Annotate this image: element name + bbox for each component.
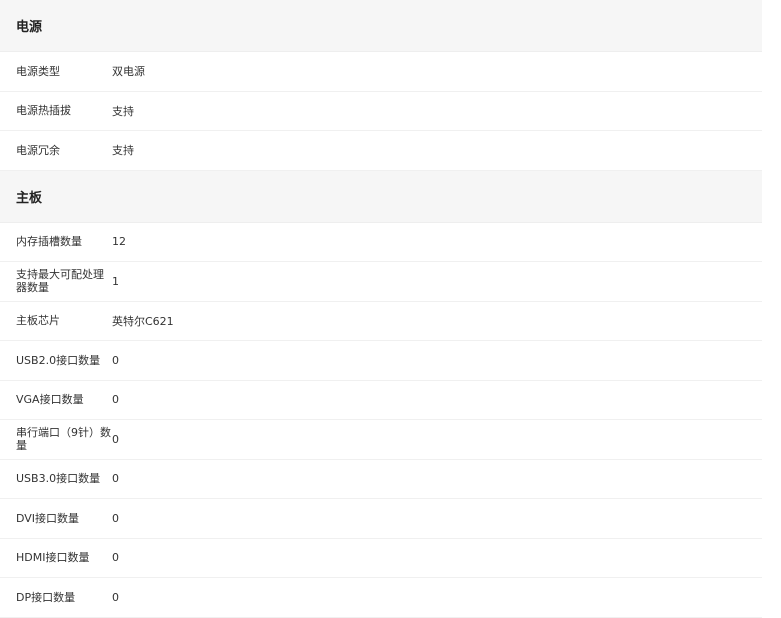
spec-row: 支持最大可配处理器数量 1 <box>0 262 762 302</box>
spec-label: USB2.0接口数量 <box>16 353 101 367</box>
section-title: 主板 <box>16 190 43 206</box>
spec-label: VGA接口数量 <box>16 393 84 407</box>
spec-row: DVI接口数量 0 <box>0 499 762 539</box>
spec-row: USB2.0接口数量 0 <box>0 341 762 381</box>
spec-value: 0 <box>112 432 119 446</box>
spec-label: 电源热插拔 <box>16 104 71 118</box>
spec-label: 串行端口（9针）数量 <box>16 426 111 453</box>
spec-label: 主板芯片 <box>16 314 60 328</box>
spec-value: 0 <box>112 353 119 367</box>
spec-value: 0 <box>112 472 119 486</box>
spec-row: 主板芯片 英特尔C621 <box>0 302 762 341</box>
spec-value: 1 <box>112 274 119 288</box>
scrollbar-track[interactable] <box>764 0 781 614</box>
spec-row: VGA接口数量 0 <box>0 381 762 420</box>
spec-label: 电源类型 <box>16 64 60 78</box>
spec-row: DP接口数量 0 <box>0 578 762 618</box>
spec-row: 内存插槽数量 12 <box>0 223 762 262</box>
spec-label: 内存插槽数量 <box>16 235 82 249</box>
spec-value: 0 <box>112 511 119 525</box>
spec-label: DP接口数量 <box>16 590 76 604</box>
section-header-power: 电源 <box>0 0 762 52</box>
spec-value: 12 <box>112 235 126 249</box>
section-title: 电源 <box>16 20 43 35</box>
spec-value: 英特尔C621 <box>112 314 174 328</box>
spec-row: HDMI接口数量 0 <box>0 539 762 578</box>
spec-value: 0 <box>112 551 119 565</box>
spec-value: 0 <box>112 590 119 604</box>
spec-label: DVI接口数量 <box>16 511 80 525</box>
spec-value: 双电源 <box>112 65 145 79</box>
spec-row: USB3.0接口数量 0 <box>0 460 762 499</box>
spec-value: 支持 <box>112 104 134 118</box>
spec-row: 串行端口（9针）数量 0 <box>0 420 762 460</box>
spec-label: 支持最大可配处理器数量 <box>16 268 104 295</box>
spec-row: 电源类型 双电源 <box>0 52 762 92</box>
spec-label: USB3.0接口数量 <box>16 472 101 486</box>
spec-table: 电源 电源类型 双电源 电源热插拔 支持 电源冗余 支持 主板 内存插槽数量 1… <box>0 0 762 618</box>
spec-row: 电源冗余 支持 <box>0 131 762 171</box>
spec-row: 电源热插拔 支持 <box>0 92 762 131</box>
spec-value: 支持 <box>112 144 134 158</box>
spec-label: 电源冗余 <box>16 143 60 157</box>
spec-label: HDMI接口数量 <box>16 551 90 565</box>
spec-value: 0 <box>112 393 119 407</box>
section-header-motherboard: 主板 <box>0 170 762 223</box>
